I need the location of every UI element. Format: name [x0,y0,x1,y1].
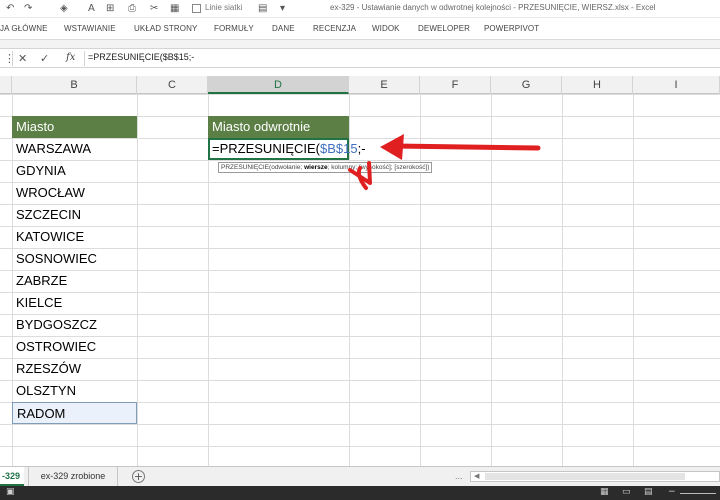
page-layout-view-icon[interactable]: ▭ [622,487,631,497]
formula-bar-divider [12,51,13,66]
cell-d-header[interactable]: Miasto odwrotnie [208,116,349,138]
insert-function-icon[interactable]: fx [66,52,75,63]
tab-powerpivot[interactable]: POWERPIVOT [484,24,539,33]
cell-b-header[interactable]: Miasto [12,116,137,138]
edit-formula-suffix: ;- [357,141,366,156]
borders-icon[interactable]: ⊞ [106,3,114,15]
horizontal-scrollbar[interactable]: ◀ [470,471,720,482]
gridline [0,94,720,95]
list-item[interactable]: SOSNOWIEC [12,248,137,270]
tooltip-arg-rows: wiersze [304,164,328,171]
sheet-gap [0,68,720,76]
sheet-icon[interactable]: ▤ [258,3,267,15]
function-argument-tooltip[interactable]: PRZESUNIĘCIE(odwołanie; wiersze; kolumny… [218,162,433,173]
list-item[interactable]: OLSZTYN [12,380,137,402]
column-header-h[interactable]: H [562,76,633,94]
status-bar: ▣ ▦ ▭ ▤ − [0,486,720,500]
gridline [0,424,720,425]
list-item[interactable]: GDYNIA [12,160,137,182]
list-item[interactable]: WROCŁAW [12,182,137,204]
edit-formula-reference: $B$15 [320,141,358,156]
gridline [137,94,138,466]
table-icon[interactable]: ▦ [170,3,179,15]
gridline [633,94,634,466]
active-edit-cell[interactable]: =PRZESUNIĘCIE($B$15;- [208,138,366,160]
window-title: ex-329 - Ustawianie danych w odwrotnej k… [330,3,656,12]
list-item[interactable]: KATOWICE [12,226,137,248]
column-header-e[interactable]: E [349,76,420,94]
ribbon-tabs: JA GŁÓWNE WSTAWIANIE UKŁAD STRONY FORMUŁ… [0,18,720,40]
list-item[interactable]: WARSZAWA [12,138,137,160]
check-icon[interactable]: ✓ [40,52,49,65]
scroll-left-icon[interactable]: ◀ [474,472,479,481]
column-header-f[interactable]: F [420,76,491,94]
print-icon[interactable]: ⎙ [128,3,136,15]
tab-page-layout[interactable]: UKŁAD STRONY [134,24,197,33]
edit-formula-prefix: =PRZESUNIĘCIE( [212,141,320,156]
worksheet-grid[interactable]: Miasto Miasto odwrotnie WARSZAWA GDYNIA … [0,94,720,466]
page-break-view-icon[interactable]: ▤ [644,487,653,497]
macro-record-icon[interactable]: ▣ [6,487,15,497]
column-header-b[interactable]: B [12,76,137,94]
close-icon[interactable]: ✕ [18,52,27,65]
tab-formulas[interactable]: FORMUŁY [214,24,254,33]
list-item[interactable]: KIELCE [12,292,137,314]
tab-scroll-dots[interactable]: ... [455,471,463,481]
gridline [491,94,492,466]
cut-icon[interactable]: ✂ [150,3,158,15]
tooltip-arg-rest: ; kolumny; [wysokość]; [szerokość]) [327,164,430,171]
add-sheet-icon[interactable]: + [132,470,145,483]
list-item[interactable]: RZESZÓW [12,358,137,380]
gridline [420,94,421,466]
select-all-corner[interactable] [0,76,12,94]
list-item[interactable]: ZABRZE [12,270,137,292]
undo-icon[interactable]: ↶ [6,3,14,15]
quick-access-toolbar: ↶ ↷ ◈ A ⊞ ⎙ ✂ ▦ Linie siatki ▤ ▾ ex-329 … [0,0,720,18]
sheet-tabs-bar: -329 ex-329 zrobione + ... ◀ [0,466,720,486]
column-header-d[interactable]: D [208,76,349,94]
gridline [562,94,563,466]
font-color-icon[interactable]: A [88,3,95,15]
formula-bar: ⋮ ✕ ✓ fx =PRZESUNIĘCIE($B$15;- [0,48,720,68]
gridlines-checkbox[interactable] [192,4,201,13]
gridlines-label: Linie siatki [205,3,243,12]
formula-bar-divider [84,51,85,66]
referenced-cell-b15[interactable]: RADOM [12,402,137,424]
redo-icon[interactable]: ↷ [24,3,32,15]
formula-input[interactable]: =PRZESUNIĘCIE($B$15;- [88,52,194,62]
tab-data[interactable]: DANE [272,24,295,33]
paint-bucket-icon[interactable]: ◈ [60,3,68,15]
tooltip-function-name: PRZESUNIĘCIE( [221,164,272,171]
ribbon-collapsed-area [0,40,720,48]
zoom-slider[interactable] [680,493,716,494]
tooltip-arg-reference: odwołanie; [271,164,305,171]
tab-insert[interactable]: WSTAWIANIE [64,24,116,33]
sheet-tab-active[interactable]: -329 [0,467,24,486]
list-item[interactable]: SZCZECIN [12,204,137,226]
tab-developer[interactable]: DEWELOPER [418,24,470,33]
horizontal-scroll-thumb[interactable] [485,473,685,480]
sheet-tab-zrobione[interactable]: ex-329 zrobione [28,467,118,486]
column-header-i[interactable]: I [633,76,720,94]
column-header-row: B C D E F G H I [0,76,720,94]
tab-home[interactable]: JA GŁÓWNE [0,24,48,33]
normal-view-icon[interactable]: ▦ [600,487,609,497]
list-item[interactable]: BYDGOSZCZ [12,314,137,336]
tab-review[interactable]: RECENZJA [313,24,356,33]
name-box-dropdown-icon[interactable]: ⋮ [4,52,15,65]
customize-qat-icon[interactable]: ▾ [280,3,285,15]
zoom-out-icon[interactable]: − [668,487,676,497]
column-header-g[interactable]: G [491,76,562,94]
gridline [0,446,720,447]
tab-view[interactable]: WIDOK [372,24,400,33]
list-item[interactable]: OSTROWIEC [12,336,137,358]
column-header-c[interactable]: C [137,76,208,94]
